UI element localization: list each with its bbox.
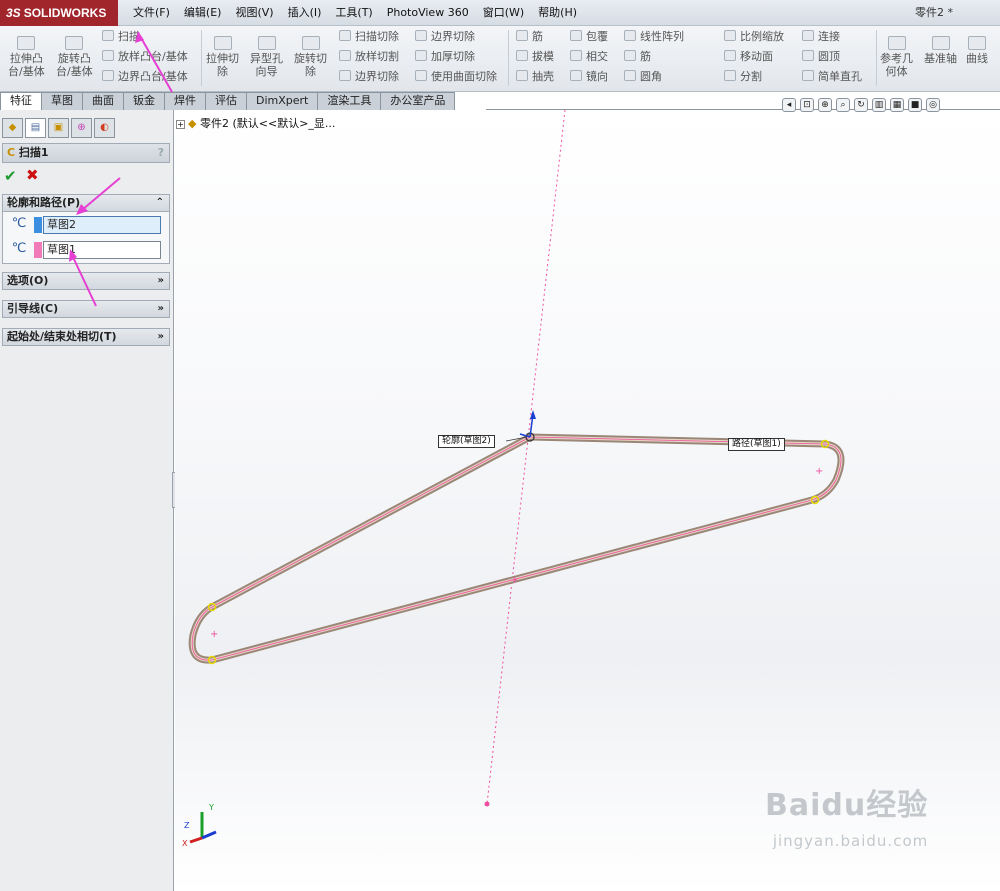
sweep-body[interactable]	[188, 433, 845, 664]
watermark: Baidu经验 jingyan.baidu.com	[765, 780, 928, 850]
watermark-sub: jingyan.baidu.com	[772, 832, 929, 850]
x-axis-arrow	[189, 836, 203, 844]
profile-callout[interactable]: 轮廓(草图2)	[438, 435, 495, 448]
path-callout[interactable]: 路径(草图1)	[728, 438, 785, 451]
z-axis-arrow	[201, 830, 217, 840]
arc-center-mark: +	[815, 466, 823, 477]
x-axis-label: X	[182, 839, 188, 848]
tutorial-arrow	[139, 35, 173, 93]
watermark-main: Baidu经验	[765, 788, 929, 823]
tutorial-arrow	[71, 254, 97, 307]
model-geometry: + + +	[69, 31, 845, 807]
z-axis-label: Z	[184, 821, 190, 830]
sketch-point	[484, 801, 490, 807]
arrow-head-icon	[69, 249, 77, 262]
y-axis-label: Y	[208, 803, 214, 812]
sweep-path-preview	[191, 436, 842, 661]
tutorial-arrow	[81, 177, 121, 211]
sweep-body-highlight	[190, 435, 843, 662]
midpoint-mark: +	[510, 575, 518, 586]
axis-triad: Y Z X	[182, 803, 217, 848]
arc-center-mark: +	[210, 629, 218, 640]
